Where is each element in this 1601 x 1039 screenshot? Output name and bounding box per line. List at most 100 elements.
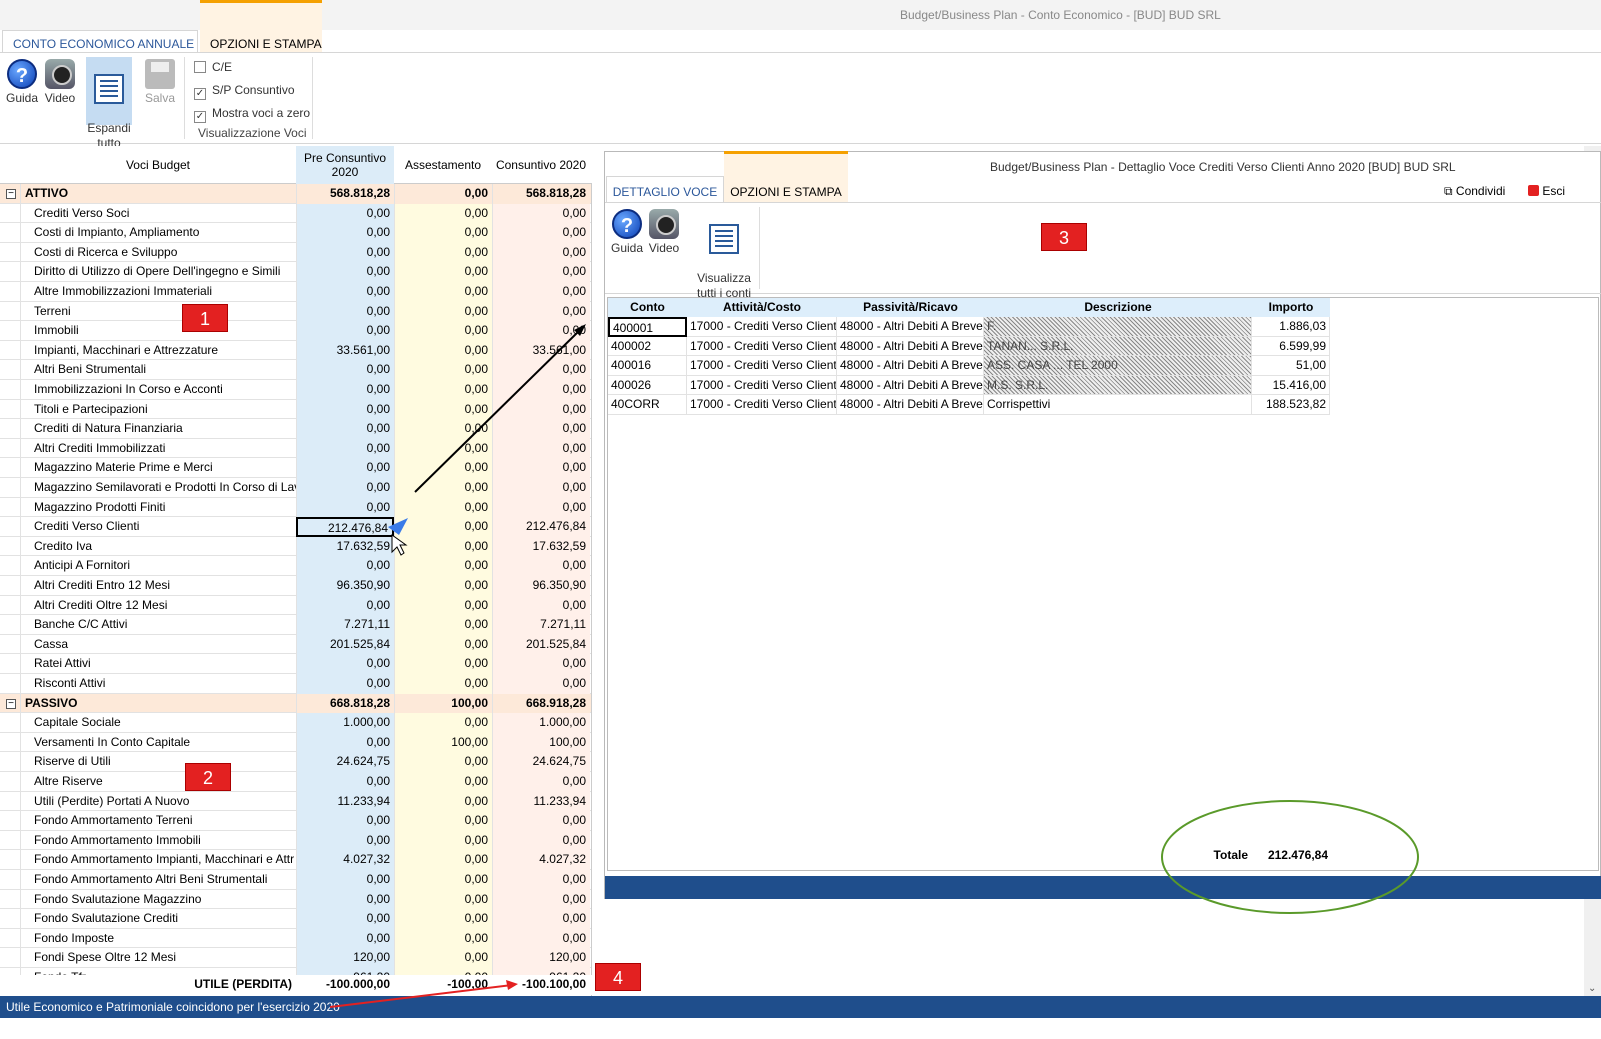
table-row[interactable]: Risconti Attivi 0,00 0,00 0,00 xyxy=(0,674,591,694)
importo-cell[interactable]: 6.599,99 xyxy=(1252,336,1330,357)
tab-conto-economico[interactable]: CONTO ECONOMICO ANNUALE xyxy=(2,30,198,52)
descrizione-cell[interactable]: F. xyxy=(984,317,1252,337)
assestamento-cell[interactable]: 0,00 xyxy=(394,674,492,694)
table-row[interactable]: Impianti, Macchinari e Attrezzature 33.56… xyxy=(0,340,591,361)
popup-tab-dettaglio[interactable]: DETTAGLIO VOCE xyxy=(606,176,724,202)
descrizione-cell[interactable]: Corrispettivi xyxy=(984,395,1252,415)
consuntivo-cell[interactable]: 1.000,00 xyxy=(492,713,590,733)
assestamento-cell[interactable]: 0,00 xyxy=(394,419,492,439)
consuntivo-cell[interactable]: 0,00 xyxy=(492,772,590,792)
pre-consuntivo-cell[interactable]: 0,00 xyxy=(296,438,394,459)
pre-consuntivo-cell[interactable]: 0,00 xyxy=(296,909,394,929)
col-passivita-ricavo[interactable]: Passività/Ricavo xyxy=(837,298,984,317)
pre-consuntivo-cell[interactable]: 11.233,94 xyxy=(296,791,394,812)
espandi-tutto-button[interactable]: Espandi tutto xyxy=(86,57,132,150)
attivita-cell[interactable]: 17000 - Crediti Verso Clienti xyxy=(687,356,837,376)
descrizione-cell[interactable]: ASS. CASA ... TEL 2000 xyxy=(984,356,1252,376)
detail-row[interactable]: 40CORR 17000 - Crediti Verso Clienti 48000… xyxy=(608,395,1330,415)
table-row[interactable]: Immobilizzazioni In Corso e Acconti 0,00 0… xyxy=(0,380,591,400)
consuntivo-cell[interactable]: 17.632,59 xyxy=(492,536,590,557)
consuntivo-cell[interactable]: 0,00 xyxy=(492,438,590,459)
consuntivo-cell[interactable]: 0,00 xyxy=(492,478,590,498)
assestamento-cell[interactable]: 0,00 xyxy=(394,870,492,890)
consuntivo-cell[interactable]: 0,00 xyxy=(492,262,590,282)
pre-consuntivo-cell[interactable]: 33.561,00 xyxy=(296,340,394,361)
pre-consuntivo-cell[interactable]: 7.271,11 xyxy=(296,615,394,635)
pre-consuntivo-cell[interactable]: 0,00 xyxy=(296,242,394,263)
pre-consuntivo-cell[interactable]: 0,00 xyxy=(296,262,394,282)
table-row[interactable]: Diritto di Utilizzo di Opere Dell'ingegn… xyxy=(0,262,591,282)
table-row[interactable]: Magazzino Materie Prime e Merci 0,00 0,00 0… xyxy=(0,458,591,478)
consuntivo-cell[interactable]: 33.561,00 xyxy=(492,340,590,361)
pre-consuntivo-cell[interactable]: 0,00 xyxy=(296,458,394,478)
consuntivo-cell[interactable]: 0,00 xyxy=(492,203,590,224)
consuntivo-cell[interactable]: 0,00 xyxy=(492,321,590,341)
passivita-cell[interactable]: 48000 - Altri Debiti A Breve xyxy=(837,395,984,415)
pre-consuntivo-cell[interactable]: 212.476,84 xyxy=(296,517,394,537)
pre-consuntivo-cell[interactable]: 201.525,84 xyxy=(296,634,394,655)
pre-consuntivo-cell[interactable]: 0,00 xyxy=(296,889,394,910)
assestamento-cell[interactable]: 0,00 xyxy=(394,772,492,792)
table-row[interactable]: Immobili 0,00 0,00 0,00 xyxy=(0,321,591,341)
pre-consuntivo-cell[interactable]: 0,00 xyxy=(296,497,394,518)
table-row[interactable]: Costi di Ricerca e Sviluppo 0,00 0,00 0,00 xyxy=(0,242,591,263)
pre-consuntivo-cell[interactable]: 0,00 xyxy=(296,654,394,674)
passivita-cell[interactable]: 48000 - Altri Debiti A Breve xyxy=(837,317,984,337)
table-row[interactable]: Riserve di Utili 24.624,75 0,00 24.624,75 xyxy=(0,752,591,772)
scroll-down-icon[interactable]: ⌄ xyxy=(1588,983,1596,994)
assestamento-cell[interactable]: 0,00 xyxy=(394,909,492,929)
table-row[interactable]: Capitale Sociale 1.000,00 0,00 1.000,00 xyxy=(0,713,591,733)
pre-consuntivo-cell[interactable]: 0,00 xyxy=(296,811,394,831)
assestamento-cell[interactable]: 0,00 xyxy=(394,576,492,596)
table-row[interactable]: Crediti di Natura Finanziaria 0,00 0,00 0,0… xyxy=(0,419,591,439)
pre-consuntivo-cell[interactable]: 4.027,32 xyxy=(296,850,394,870)
assestamento-cell[interactable]: 100,00 xyxy=(394,693,492,714)
attivita-cell[interactable]: 17000 - Crediti Verso Clienti xyxy=(687,375,837,396)
consuntivo-cell[interactable]: 0,00 xyxy=(492,556,590,576)
consuntivo-cell[interactable]: 4.027,32 xyxy=(492,850,590,870)
detail-row[interactable]: 400016 17000 - Crediti Verso Clienti 48000… xyxy=(608,356,1330,376)
assestamento-cell[interactable]: 0,00 xyxy=(394,321,492,341)
consuntivo-cell[interactable]: 0,00 xyxy=(492,870,590,890)
consuntivo-cell[interactable]: 0,00 xyxy=(492,928,590,949)
table-row[interactable]: Altre Riserve 0,00 0,00 0,00 xyxy=(0,772,591,792)
table-row[interactable]: Fondo Svalutazione Crediti 0,00 0,00 0,00 xyxy=(0,909,591,929)
importo-cell[interactable]: 188.523,82 xyxy=(1252,395,1330,415)
table-row[interactable]: Magazzino Prodotti Finiti 0,00 0,00 0,00 xyxy=(0,497,591,518)
assestamento-cell[interactable]: 0,00 xyxy=(394,282,492,302)
ce-checkbox[interactable]: C/E xyxy=(194,60,232,74)
table-row[interactable]: Altri Beni Strumentali 0,00 0,00 0,00 xyxy=(0,360,591,380)
assestamento-cell[interactable]: 0,00 xyxy=(394,262,492,282)
salva-button[interactable]: Salva xyxy=(143,59,177,105)
table-row[interactable]: Ratei Attivi 0,00 0,00 0,00 xyxy=(0,654,591,674)
descrizione-cell[interactable]: TANAN... S.R.L. xyxy=(984,336,1252,357)
assestamento-cell[interactable]: 0,00 xyxy=(394,850,492,870)
importo-cell[interactable]: 51,00 xyxy=(1252,356,1330,376)
table-row[interactable]: Crediti Verso Clienti 212.476,84 0,00 212.4… xyxy=(0,517,591,537)
pre-consuntivo-cell[interactable]: 0,00 xyxy=(296,321,394,341)
table-row[interactable]: Versamenti In Conto Capitale 0,00 100,00 10… xyxy=(0,732,591,753)
assestamento-cell[interactable]: 0,00 xyxy=(394,889,492,910)
table-row[interactable]: Fondo Ammortamento Terreni 0,00 0,00 0,00 xyxy=(0,811,591,831)
consuntivo-cell[interactable]: 0,00 xyxy=(492,830,590,851)
assestamento-cell[interactable]: 0,00 xyxy=(394,556,492,576)
assestamento-cell[interactable]: 0,00 xyxy=(394,458,492,478)
passivita-cell[interactable]: 48000 - Altri Debiti A Breve xyxy=(837,336,984,357)
table-row[interactable]: Magazzino Semilavorati e Prodotti In Cor… xyxy=(0,478,591,498)
pre-consuntivo-cell[interactable]: 24.624,75 xyxy=(296,752,394,772)
table-row[interactable]: Altri Crediti Immobilizzati 0,00 0,00 0,00 xyxy=(0,438,591,459)
col-voci-budget[interactable]: Voci Budget xyxy=(20,146,296,184)
consuntivo-cell[interactable]: 0,00 xyxy=(492,380,590,400)
assestamento-cell[interactable]: 0,00 xyxy=(394,360,492,380)
detail-row[interactable]: 400001 17000 - Crediti Verso Clienti 48000… xyxy=(608,317,1330,337)
passivita-cell[interactable]: 48000 - Altri Debiti A Breve xyxy=(837,375,984,396)
consuntivo-cell[interactable]: 0,00 xyxy=(492,419,590,439)
consuntivo-cell[interactable]: 0,00 xyxy=(492,458,590,478)
assestamento-cell[interactable]: 0,00 xyxy=(394,713,492,733)
pre-consuntivo-cell[interactable]: 0,00 xyxy=(296,870,394,890)
consuntivo-cell[interactable]: 0,00 xyxy=(492,301,590,322)
assestamento-cell[interactable]: 0,00 xyxy=(394,634,492,655)
group-row[interactable]: − PASSIVO 668.818,28 100,00 668.918,28 xyxy=(0,693,591,714)
col-consuntivo[interactable]: Consuntivo 2020 xyxy=(492,146,590,184)
pre-consuntivo-cell[interactable]: 0,00 xyxy=(296,380,394,400)
